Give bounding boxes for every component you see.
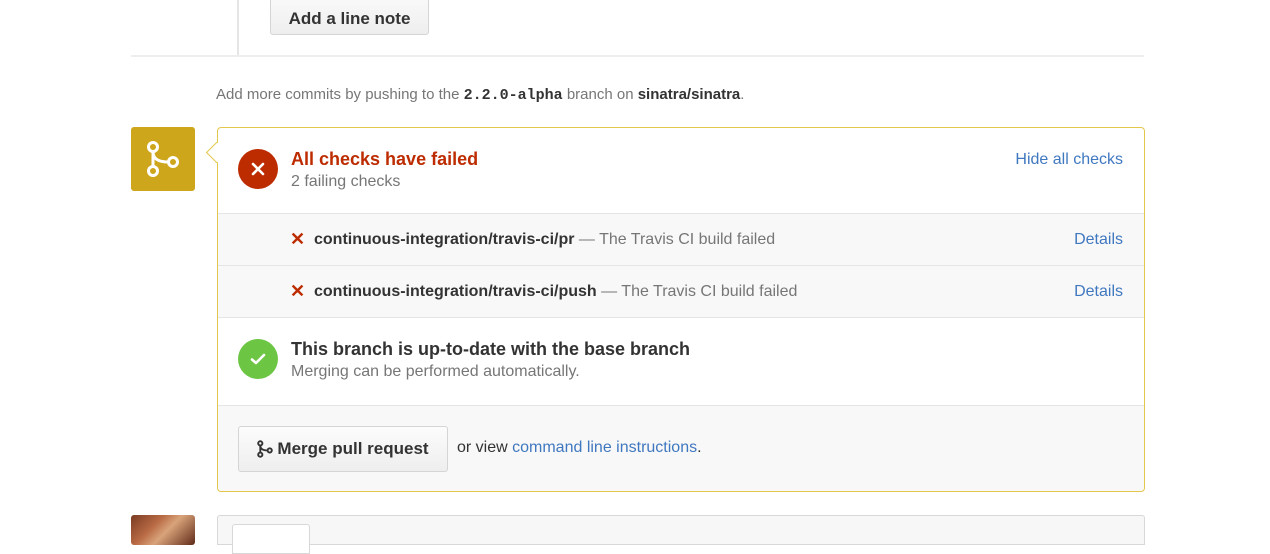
checks-status-header: All checks have failed 2 failing checks … — [218, 128, 1144, 214]
checks-status-title: All checks have failed — [291, 149, 479, 169]
x-icon: ✕ — [290, 281, 306, 301]
check-details-link[interactable]: Details — [1074, 231, 1123, 249]
or-view-prefix: or view — [457, 439, 513, 456]
check-icon — [250, 353, 266, 365]
check-row: ✕ continuous-integration/travis-ci/pr — … — [218, 214, 1144, 266]
x-icon: ✕ — [290, 229, 306, 249]
check-description: — The Travis CI build failed — [596, 283, 798, 300]
push-note-suffix: . — [740, 86, 745, 103]
merge-button-label: Merge pull request — [277, 439, 429, 458]
merge-pull-request-button[interactable]: Merge pull request — [238, 426, 448, 472]
check-details-link[interactable]: Details — [1074, 283, 1123, 301]
success-status-circle — [238, 339, 278, 379]
git-merge-icon — [147, 141, 179, 177]
checks-status-subtitle: 2 failing checks — [291, 173, 401, 190]
check-context-name: continuous-integration/travis-ci/push — [314, 283, 597, 300]
branch-status-subtitle: Merging can be performed automatically. — [291, 363, 580, 380]
branch-name: 2.2.0-alpha — [463, 87, 563, 104]
git-merge-icon — [257, 440, 274, 458]
command-line-instructions-link[interactable]: command line instructions — [512, 439, 697, 456]
command-line-hint: or view command line instructions. — [457, 439, 702, 457]
push-note-prefix: Add more commits by pushing to the — [216, 86, 464, 103]
merge-footer: Merge pull request or view command line … — [218, 405, 1144, 491]
check-context-name: continuous-integration/travis-ci/pr — [314, 231, 575, 248]
or-view-suffix: . — [697, 439, 702, 456]
repo-name: sinatra/sinatra — [637, 86, 741, 103]
timeline-line — [237, 0, 239, 55]
x-icon — [251, 162, 265, 176]
fail-status-circle — [238, 149, 278, 189]
check-context: continuous-integration/travis-ci/pr — Th… — [314, 231, 775, 249]
branch-status-title: This branch is up-to-date with the base … — [291, 339, 691, 359]
merge-box: All checks have failed 2 failing checks … — [217, 127, 1145, 492]
check-context: continuous-integration/travis-ci/push — … — [314, 283, 797, 301]
hide-all-checks-link[interactable]: Hide all checks — [1015, 151, 1123, 169]
check-row: ✕ continuous-integration/travis-ci/push … — [218, 266, 1144, 318]
add-line-note-button[interactable]: Add a line note — [270, 0, 429, 35]
merge-branch-badge — [131, 127, 195, 191]
push-note: Add more commits by pushing to the 2.2.0… — [216, 86, 744, 104]
avatar[interactable] — [131, 515, 195, 545]
comment-tab[interactable] — [232, 524, 310, 554]
divider — [131, 55, 1144, 57]
push-note-middle: branch on — [562, 86, 638, 103]
comment-box — [217, 515, 1145, 554]
check-description: — The Travis CI build failed — [574, 231, 776, 248]
